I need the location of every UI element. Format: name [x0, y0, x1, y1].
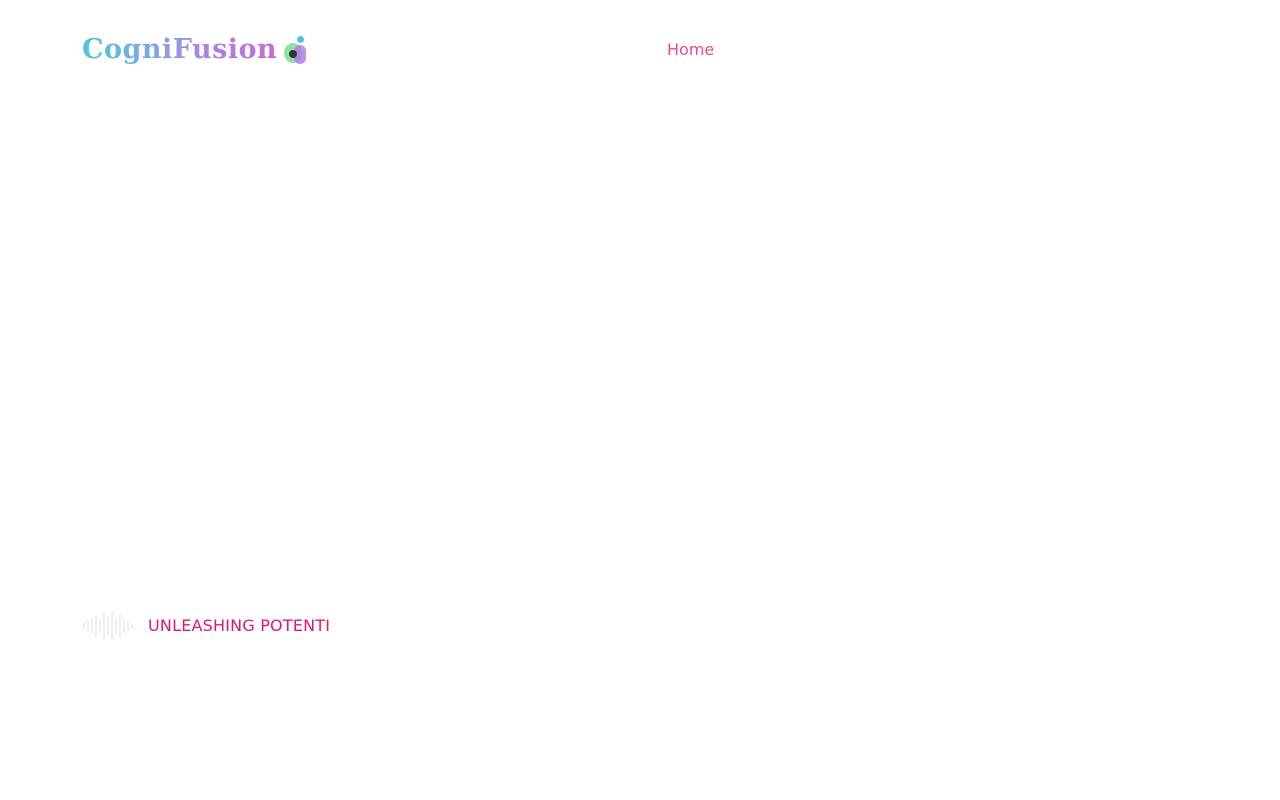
- hero-tagline-text: UNLEASHING POTENTI: [148, 616, 331, 635]
- logo-link[interactable]: CogniFusion: [82, 33, 309, 67]
- site-header: CogniFusion Home: [0, 0, 1280, 100]
- logo-text: CogniFusion: [82, 34, 278, 65]
- sound-wave-icon: [83, 611, 133, 641]
- page: CogniFusion Home UNLEASHING POTENTI: [0, 0, 1280, 800]
- nav-link-home[interactable]: Home: [667, 40, 714, 59]
- brain-logo-icon: [283, 35, 309, 65]
- nav-item-home: Home: [667, 40, 714, 60]
- main-nav: Home: [667, 40, 714, 60]
- hero-tagline: UNLEASHING POTENTI: [82, 610, 330, 642]
